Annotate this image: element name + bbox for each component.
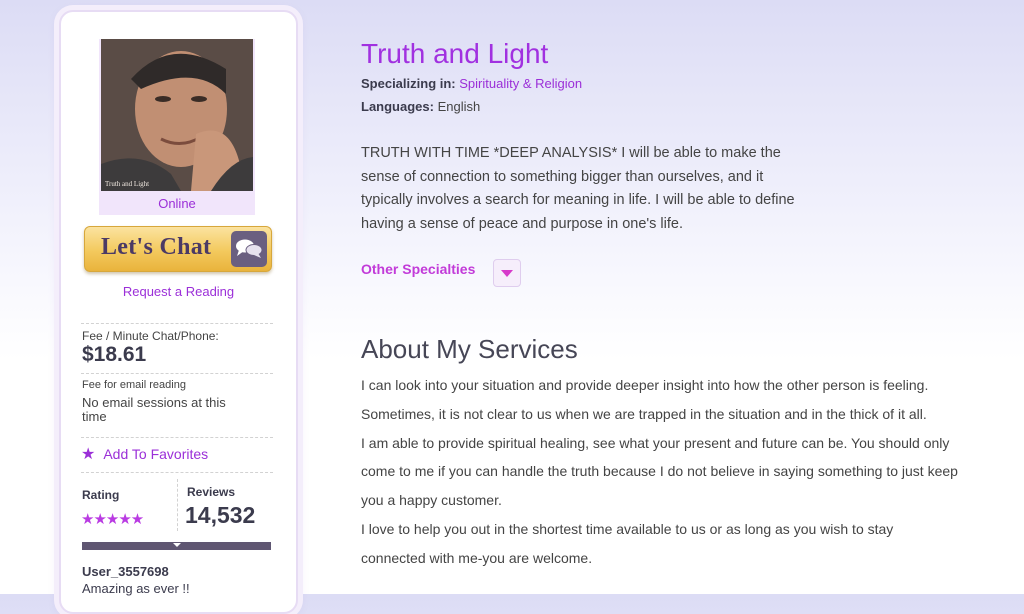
divider bbox=[81, 472, 273, 473]
other-specialties-toggle[interactable] bbox=[493, 259, 521, 287]
chat-bubbles-icon bbox=[236, 239, 263, 258]
about-paragraph: I am able to provide spiritual healing, … bbox=[361, 434, 958, 509]
email-fee-label: Fee for email reading bbox=[82, 379, 186, 391]
fee-value: $18.61 bbox=[82, 343, 147, 366]
languages-value: English bbox=[437, 99, 481, 114]
online-status: Online bbox=[158, 196, 196, 211]
about-services-title: About My Services bbox=[361, 334, 578, 364]
reviews-count[interactable]: 14,532 bbox=[185, 502, 255, 529]
reviews-label: Reviews bbox=[187, 485, 236, 499]
add-to-favorites-link[interactable]: ★ Add To Favorites bbox=[81, 444, 208, 464]
advisor-description: TRUTH WITH TIME *DEEP ANALYSIS* I will b… bbox=[361, 145, 795, 232]
caret-down-icon bbox=[501, 270, 513, 277]
chevron-down-icon bbox=[172, 543, 181, 547]
advisor-photo[interactable]: Truth and Light bbox=[101, 39, 253, 191]
about-paragraph: I love to help you out in the shortest t… bbox=[361, 520, 894, 566]
languages-label: Languages: bbox=[361, 99, 434, 114]
advisor-card: Truth and Light Online Let's Chat Reques… bbox=[59, 10, 298, 614]
fee-label: Fee / Minute Chat/Phone: bbox=[82, 329, 219, 343]
favorites-label: Add To Favorites bbox=[103, 446, 209, 462]
languages-row: Languages: English bbox=[361, 99, 480, 114]
about-services-body: I can look into your situation and provi… bbox=[361, 371, 961, 573]
other-specialties-link[interactable]: Other Specialties bbox=[361, 261, 475, 277]
email-fee-value: No email sessions at this time bbox=[82, 395, 226, 424]
vertical-divider bbox=[177, 479, 178, 531]
rating-label: Rating bbox=[82, 488, 120, 502]
lets-chat-label: Let's Chat bbox=[101, 234, 212, 260]
photo-caption: Truth and Light bbox=[105, 180, 150, 188]
star-icon: ★ bbox=[81, 446, 96, 463]
review-username: User_3557698 bbox=[82, 564, 169, 579]
specializing-label: Specializing in: bbox=[361, 76, 456, 91]
advisor-name: Truth and Light bbox=[361, 38, 549, 69]
chat-icon-box bbox=[231, 231, 267, 267]
rating-stars: ★★★★★ bbox=[81, 511, 144, 528]
reviews-expand-bar[interactable] bbox=[82, 542, 271, 550]
divider bbox=[81, 437, 273, 438]
advisor-photo-frame: Truth and Light Online bbox=[99, 39, 255, 215]
lets-chat-button[interactable]: Let's Chat bbox=[84, 226, 272, 272]
divider bbox=[81, 373, 273, 374]
request-reading-link[interactable]: Request a Reading bbox=[61, 284, 296, 299]
advisor-portrait-art bbox=[101, 39, 253, 191]
specializing-value[interactable]: Spirituality & Religion bbox=[459, 76, 582, 91]
divider bbox=[81, 323, 273, 324]
specializing-row: Specializing in: Spirituality & Religion bbox=[361, 76, 582, 91]
about-paragraph: I can look into your situation and provi… bbox=[361, 377, 929, 422]
